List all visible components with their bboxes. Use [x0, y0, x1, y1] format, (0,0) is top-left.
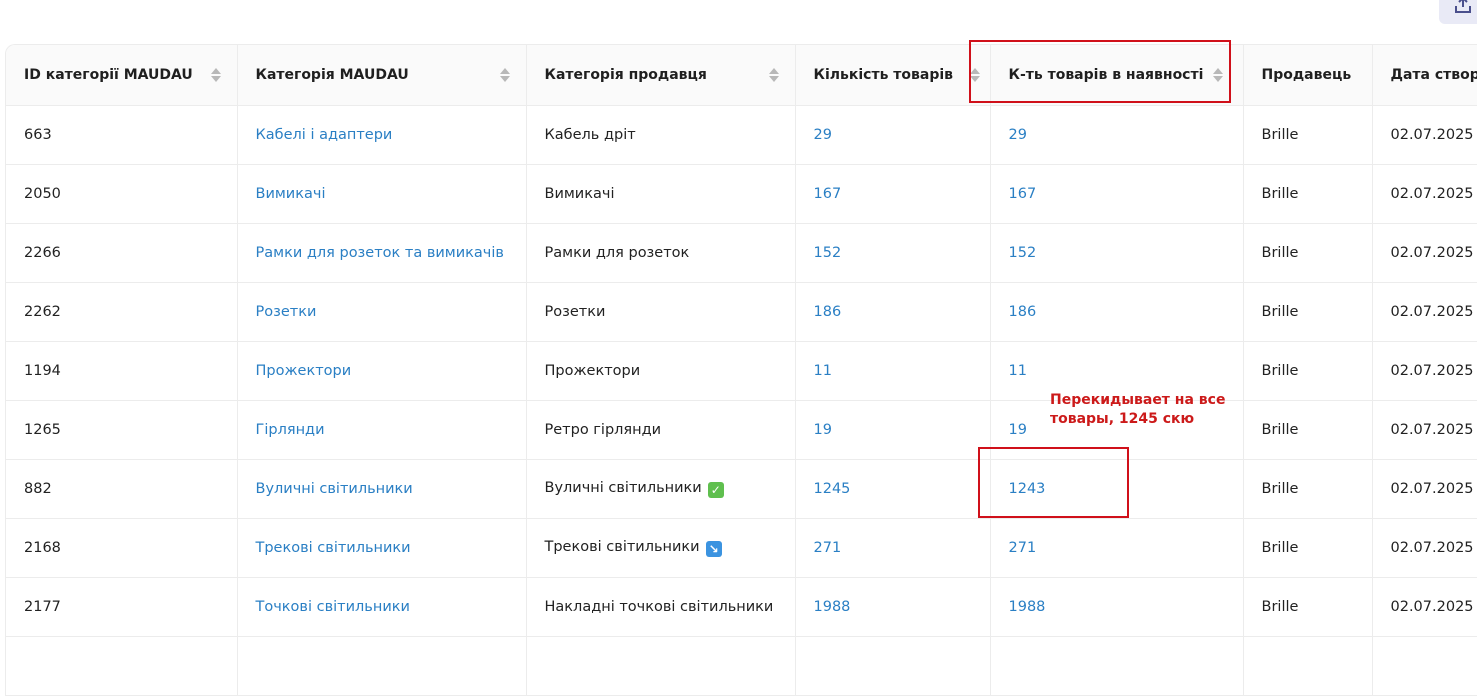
cell-product-count-link[interactable]: 152	[795, 223, 991, 283]
cell-id: 2262	[6, 282, 238, 342]
cell-maudau-category-link[interactable]: Рамки для розеток та вимикачів	[237, 223, 527, 283]
cell-id: 1265	[6, 400, 238, 460]
cell-seller-category: Накладні точкові світильники	[526, 577, 796, 637]
cell-date: 02.07.2025	[1372, 164, 1477, 224]
annotation-line: Перекидывает на все	[1050, 392, 1226, 408]
cell-in-stock-link[interactable]: 152	[990, 223, 1244, 283]
check-mark-icon: ✓	[707, 482, 724, 498]
table-row: 1265 Гірлянди Ретро гірлянди 19 19 Brill…	[6, 400, 1477, 460]
column-header-seller-category[interactable]: Категорія продавця	[526, 45, 796, 106]
cell-product-count-link[interactable]: 11	[795, 341, 991, 401]
table-row: 2177 Точкові світильники Накладні точков…	[6, 577, 1477, 637]
cell-date: 02.07.2025	[1372, 400, 1477, 460]
cell-maudau-category-link[interactable]: Гірлянди	[237, 400, 527, 460]
cell-seller: Brille	[1243, 341, 1373, 401]
cell-seller: Brille	[1243, 105, 1373, 165]
cell-maudau-category-link[interactable]: Вимикачі	[237, 164, 527, 224]
cell-date: 02.07.2025	[1372, 518, 1477, 578]
table-row: 882 Вуличні світильники Вуличні світильн…	[6, 459, 1477, 519]
cell-product-count-link[interactable]: 186	[795, 282, 991, 342]
table-row: 2050 Вимикачі Вимикачі 167 167 Brille 02…	[6, 164, 1477, 224]
cell-seller-category: Вуличні світильники ✓	[526, 459, 796, 519]
cell-maudau-category-link[interactable]: Кабелі і адаптери	[237, 105, 527, 165]
table-header-row: ID категорії MAUDAU Категорія MAUDAU Кат…	[6, 45, 1477, 106]
annotation-line: товары, 1245 скю	[1050, 411, 1195, 427]
cell-date: 02.07.2025	[1372, 459, 1477, 519]
cell-id: 2266	[6, 223, 238, 283]
cell-maudau-category-link[interactable]: Вуличні світильники	[237, 459, 527, 519]
table-row: 2262 Розетки Розетки 186 186 Brille 02.0…	[6, 282, 1477, 342]
cell-product-count-link[interactable]: 19	[795, 400, 991, 460]
cell-maudau-category-link[interactable]: Прожектори	[237, 341, 527, 401]
table-row: 663 Кабелі і адаптери Кабель дріт 29 29 …	[6, 105, 1477, 165]
sort-icon[interactable]	[499, 68, 510, 82]
column-header-id[interactable]: ID категорії MAUDAU	[6, 45, 238, 106]
cell-date: 02.07.2025	[1372, 282, 1477, 342]
categories-table: ID категорії MAUDAU Категорія MAUDAU Кат…	[5, 44, 1477, 696]
cell-product-count-link[interactable]: 1245	[795, 459, 991, 519]
sort-icon[interactable]	[210, 68, 221, 82]
cell-seller-category: Вимикачі	[526, 164, 796, 224]
highlight-box-cell	[978, 447, 1129, 518]
column-header-date-created[interactable]: Дата створе	[1372, 45, 1477, 106]
table-row: 1194 Прожектори Прожектори 11 11 Brille …	[6, 341, 1477, 401]
cell-seller-category: Ретро гірлянди	[526, 400, 796, 460]
cell-seller: Brille	[1243, 400, 1373, 460]
export-button[interactable]	[1439, 0, 1477, 24]
cell-seller-category: Рамки для розеток	[526, 223, 796, 283]
cell-product-count-link[interactable]: 29	[795, 105, 991, 165]
cell-in-stock-link[interactable]: 167	[990, 164, 1244, 224]
table-row: 2168 Трекові світильники Трекові світиль…	[6, 518, 1477, 578]
table-row	[6, 636, 1477, 696]
upload-icon	[1455, 0, 1471, 13]
sort-icon[interactable]	[768, 68, 779, 82]
cell-seller-category: Розетки	[526, 282, 796, 342]
cell-date: 02.07.2025	[1372, 341, 1477, 401]
table-row: 2266 Рамки для розеток та вимикачів Рамк…	[6, 223, 1477, 283]
column-header-product-count[interactable]: Кількість товарів	[795, 45, 991, 106]
cell-maudau-category-link[interactable]: Розетки	[237, 282, 527, 342]
cell-seller: Brille	[1243, 164, 1373, 224]
arrow-down-right-icon: ↘	[705, 541, 722, 557]
cell-seller-category: Трекові світильники ↘	[526, 518, 796, 578]
cell-in-stock-link[interactable]: 186	[990, 282, 1244, 342]
cell-seller: Brille	[1243, 282, 1373, 342]
cell-date: 02.07.2025	[1372, 105, 1477, 165]
cell-id: 1194	[6, 341, 238, 401]
cell-date: 02.07.2025	[1372, 223, 1477, 283]
cell-product-count-link[interactable]: 271	[795, 518, 991, 578]
column-header-maudau-category[interactable]: Категорія MAUDAU	[237, 45, 527, 106]
annotation-note: Перекидывает на все товары, 1245 скю	[1050, 391, 1225, 429]
cell-in-stock-link[interactable]: 271	[990, 518, 1244, 578]
cell-id: 2177	[6, 577, 238, 637]
cell-seller-category: Прожектори	[526, 341, 796, 401]
cell-seller: Brille	[1243, 223, 1373, 283]
cell-id: 882	[6, 459, 238, 519]
cell-product-count-link[interactable]: 1988	[795, 577, 991, 637]
cell-id: 663	[6, 105, 238, 165]
cell-seller-category: Кабель дріт	[526, 105, 796, 165]
cell-seller: Brille	[1243, 459, 1373, 519]
cell-id: 2050	[6, 164, 238, 224]
cell-in-stock-link[interactable]: 1988	[990, 577, 1244, 637]
cell-seller: Brille	[1243, 577, 1373, 637]
cell-product-count-link[interactable]: 167	[795, 164, 991, 224]
cell-in-stock-link[interactable]: 29	[990, 105, 1244, 165]
highlight-box-header	[969, 40, 1231, 103]
column-header-seller[interactable]: Продавець	[1243, 45, 1373, 106]
cell-seller: Brille	[1243, 518, 1373, 578]
cell-date: 02.07.2025	[1372, 577, 1477, 637]
cell-maudau-category-link[interactable]: Точкові світильники	[237, 577, 527, 637]
cell-maudau-category-link[interactable]: Трекові світильники	[237, 518, 527, 578]
cell-id: 2168	[6, 518, 238, 578]
